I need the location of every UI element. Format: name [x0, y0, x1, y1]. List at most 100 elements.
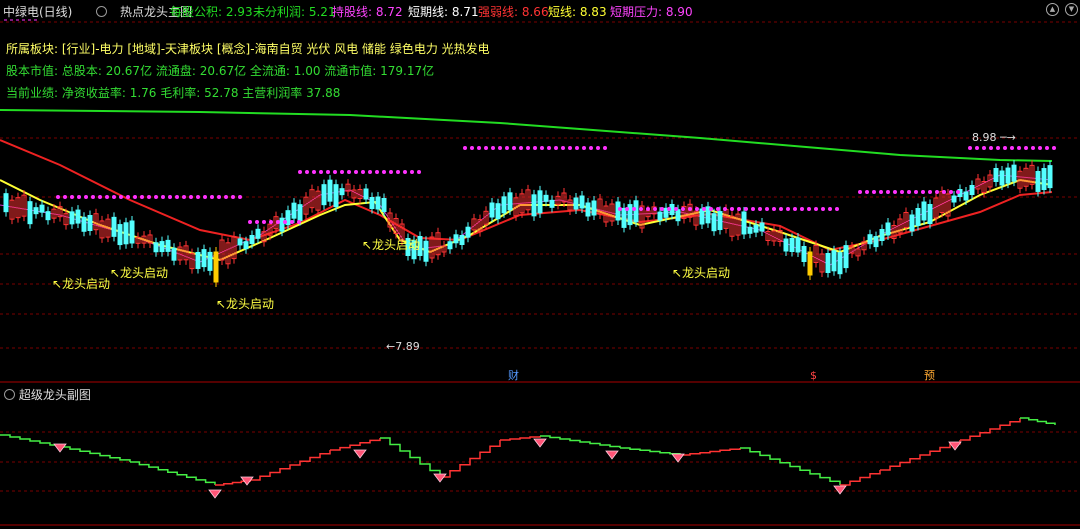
resistance-dot — [674, 207, 678, 211]
gem-marker — [948, 441, 962, 451]
candle-body — [843, 245, 849, 269]
candle-body — [753, 224, 759, 233]
candle-body — [627, 204, 633, 226]
candle-body — [249, 235, 255, 244]
resistance-dot — [914, 190, 918, 194]
candle-body — [213, 251, 219, 283]
resistance-dot — [786, 207, 790, 211]
resistance-dot — [347, 170, 351, 174]
launch-annotation: ↖龙头启动 — [672, 266, 730, 280]
resistance-dot — [716, 207, 720, 211]
resistance-dot — [625, 207, 629, 211]
chevron-down-icon[interactable]: ▼ — [1065, 3, 1078, 16]
candle-body — [75, 209, 81, 224]
candle-body — [279, 217, 285, 232]
resistance-dot — [772, 207, 776, 211]
resistance-dot — [154, 195, 158, 199]
stock-title[interactable]: 中绿电(日线) — [3, 3, 72, 20]
resistance-dot — [547, 146, 551, 150]
resistance-dot — [91, 195, 95, 199]
candle-body — [909, 214, 915, 232]
resistance-dot — [84, 195, 88, 199]
resistance-dot — [463, 146, 467, 150]
subchart-title[interactable]: 超级龙头副图 — [19, 388, 91, 402]
header-stat-4: 强弱线: 8.66 — [478, 5, 549, 19]
subchart-line — [0, 434, 61, 447]
candle-body — [501, 196, 507, 214]
resistance-dot — [126, 195, 130, 199]
resistance-dot — [326, 170, 330, 174]
resistance-dot — [119, 195, 123, 199]
candle-body — [1047, 165, 1053, 189]
resistance-dot — [283, 220, 287, 224]
resistance-dot — [589, 146, 593, 150]
candle-body — [585, 202, 591, 217]
resistance-dot — [526, 146, 530, 150]
candle-body — [3, 193, 9, 213]
subchart-line — [1020, 417, 1056, 425]
resistance-dot — [340, 170, 344, 174]
header-stat-6: 短期压力: 8.90 — [610, 5, 693, 19]
candle-body — [699, 208, 705, 225]
resistance-dot — [886, 190, 890, 194]
header-stat-3: 短期线: 8.71 — [408, 5, 479, 19]
candle-body — [255, 228, 261, 239]
resistance-dot — [1052, 146, 1056, 150]
resistance-dot — [231, 195, 235, 199]
resistance-dot — [758, 207, 762, 211]
resistance-dot — [561, 146, 565, 150]
resistance-dot — [603, 146, 607, 150]
candle-body — [363, 188, 369, 200]
candle-body — [111, 216, 117, 237]
candle-body — [153, 242, 159, 253]
high-price-label: 8.98 ─→ — [972, 131, 1016, 144]
settings-icon[interactable] — [96, 6, 107, 17]
resistance-dot — [203, 195, 207, 199]
resistance-dot — [56, 195, 60, 199]
resistance-dot — [417, 170, 421, 174]
resistance-dot — [305, 170, 309, 174]
header-stat-5: 短线: 8.83 — [548, 5, 607, 19]
resistance-dot — [879, 190, 883, 194]
candle-body — [489, 202, 495, 218]
candle-body — [717, 211, 723, 231]
subchart-line — [680, 448, 741, 456]
resistance-dot — [269, 220, 273, 224]
gem-marker — [671, 453, 685, 463]
settings-icon[interactable] — [4, 389, 15, 400]
candle-body — [537, 190, 543, 214]
resistance-dot — [133, 195, 137, 199]
candle-body — [45, 211, 51, 221]
candle-body — [195, 251, 201, 269]
resistance-dot — [389, 170, 393, 174]
gem-marker — [353, 449, 367, 459]
resistance-dot — [382, 170, 386, 174]
resistance-dot — [519, 146, 523, 150]
candle-body — [711, 213, 717, 232]
header-stat-1: 未分利润: 5.21 — [253, 5, 336, 19]
launch-annotation: ↖龙头启动 — [52, 277, 110, 291]
subchart-line — [440, 440, 501, 478]
long-ma-line — [0, 109, 1053, 162]
subchart-line — [330, 438, 381, 451]
candle-body — [495, 203, 501, 220]
resistance-dot — [168, 195, 172, 199]
resistance-dot — [290, 220, 294, 224]
resistance-dot — [112, 195, 116, 199]
candle-body — [531, 194, 537, 217]
resistance-dot — [333, 170, 337, 174]
resistance-dot — [161, 195, 165, 199]
event-marker: $ — [810, 369, 817, 382]
resistance-dot — [105, 195, 109, 199]
launch-annotation: ↖龙头启动 — [216, 297, 274, 311]
resistance-dot — [540, 146, 544, 150]
resistance-dot — [1017, 146, 1021, 150]
resistance-dot — [632, 207, 636, 211]
candle-body — [327, 179, 333, 202]
chevron-up-icon[interactable]: ▲ — [1046, 3, 1059, 16]
resistance-dot — [361, 170, 365, 174]
resistance-dot — [996, 146, 1000, 150]
resistance-dot — [1038, 146, 1042, 150]
resistance-dot — [403, 170, 407, 174]
candle-body — [207, 251, 213, 271]
